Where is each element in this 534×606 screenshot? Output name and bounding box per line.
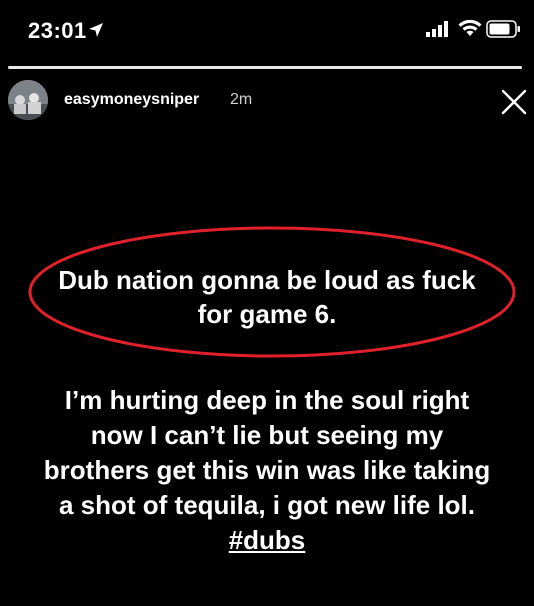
highlighted-text-line-1: Dub nation gonna be loud as fuck <box>58 265 476 295</box>
story-progress-bar <box>8 66 522 69</box>
hashtag-link[interactable]: #dubs <box>229 525 306 555</box>
story-progress-fill <box>8 66 522 69</box>
battery-icon <box>486 20 520 38</box>
caption-line: a shot of tequila, i got new life lol. <box>58 490 475 520</box>
caption-line: now I can’t lie but seeing my <box>90 420 444 450</box>
status-bar: 23:01 <box>0 0 534 56</box>
caption-line: I’m hurting deep in the soul right <box>64 385 470 415</box>
story-timestamp: 2m <box>230 91 253 108</box>
story-username[interactable]: easymoneysniper <box>64 91 199 109</box>
status-time: 23:01 <box>28 18 87 43</box>
avatar[interactable] <box>8 80 48 120</box>
highlighted-text-line-2: for game 6. <box>197 299 337 329</box>
avatar-image-icon <box>8 80 48 120</box>
cellular-signal-icon <box>426 21 448 37</box>
close-icon[interactable] <box>500 88 528 116</box>
wifi-icon <box>458 19 482 36</box>
story-caption: I’m hurting deep in the soul right now I… <box>0 384 534 559</box>
story-header: easymoneysniper 2m <box>0 76 534 126</box>
location-arrow-icon <box>89 23 103 37</box>
caption-line: brothers get this win was like taking <box>43 455 491 485</box>
